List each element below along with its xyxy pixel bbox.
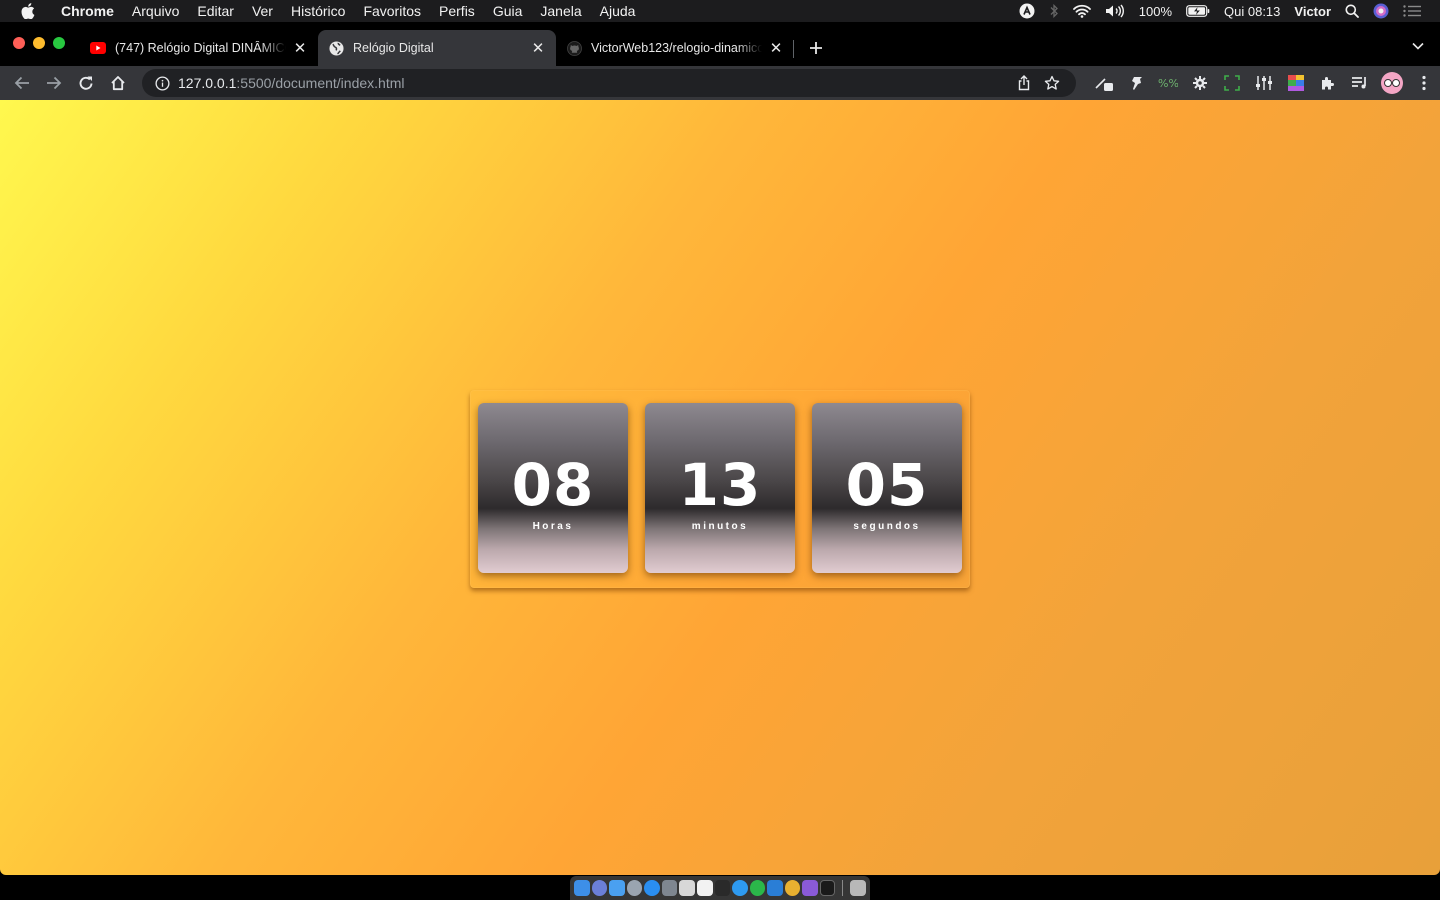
- launchpad-icon[interactable]: [591, 880, 608, 896]
- chrome-icon[interactable]: [784, 880, 801, 896]
- palette-extension-icon[interactable]: [1280, 69, 1312, 97]
- user-name[interactable]: Victor: [1287, 0, 1338, 22]
- color-picker-extension-icon[interactable]: [1088, 69, 1120, 97]
- back-arrow-icon[interactable]: [6, 69, 38, 97]
- tab-title: Relógio Digital: [353, 41, 434, 55]
- calendar-icon[interactable]: [679, 880, 695, 896]
- tab-relogio-digital[interactable]: Relógio Digital ✕: [318, 30, 556, 66]
- browser-toolbar: 127.0.0.1:5500/document/index.html %%: [0, 66, 1440, 100]
- menubar-clock[interactable]: Qui 08:13: [1217, 0, 1287, 22]
- app-store-dock-icon[interactable]: [644, 880, 660, 896]
- tab-separator: [793, 40, 794, 58]
- site-info-icon[interactable]: [154, 75, 170, 91]
- menu-editar[interactable]: Editar: [188, 0, 243, 22]
- github-icon: [566, 40, 582, 56]
- spotlight-search-icon[interactable]: [1338, 0, 1366, 22]
- tab-title: VictorWeb123/relogio-dinamico: [591, 41, 762, 55]
- url-text[interactable]: 127.0.0.1:5500/document/index.html: [178, 75, 1010, 91]
- menu-ajuda[interactable]: Ajuda: [591, 0, 645, 22]
- minutes-value: 13: [678, 450, 762, 519]
- safari-compass-icon[interactable]: [732, 880, 748, 896]
- window-minimize-button[interactable]: [33, 37, 45, 49]
- home-icon[interactable]: [102, 69, 134, 97]
- browser-tab-strip: (747) Relógio Digital DINÂMICO ✕ Relógio…: [0, 22, 1440, 66]
- settings-gear-extension-icon[interactable]: [1184, 69, 1216, 97]
- finder-icon[interactable]: [574, 880, 590, 896]
- tools-extension-icon[interactable]: [1248, 69, 1280, 97]
- seconds-label: segundos: [853, 520, 921, 532]
- extensions-area: %%: [1088, 69, 1440, 97]
- menu-arquivo[interactable]: Arquivo: [123, 0, 188, 22]
- minutes-card: 13 minutos: [645, 403, 795, 573]
- tab-github[interactable]: VictorWeb123/relogio-dinamico ✕: [556, 30, 794, 66]
- siri-icon[interactable]: [1366, 0, 1396, 22]
- tab-search-chevron-icon[interactable]: [1410, 38, 1426, 54]
- tab-close-icon[interactable]: ✕: [292, 40, 308, 57]
- app-store-icon[interactable]: [1012, 0, 1042, 22]
- macos-menu-bar: Chrome Arquivo Editar Ver Histórico Favo…: [0, 0, 1440, 22]
- tab-youtube[interactable]: (747) Relógio Digital DINÂMICO ✕: [80, 30, 318, 66]
- whatsapp-icon[interactable]: [749, 880, 766, 896]
- github-desktop-icon[interactable]: [802, 880, 818, 896]
- tab-list: (747) Relógio Digital DINÂMICO ✕ Relógio…: [80, 30, 830, 66]
- globe-icon: [328, 40, 344, 56]
- address-bar[interactable]: 127.0.0.1:5500/document/index.html: [142, 69, 1076, 97]
- menu-ver[interactable]: Ver: [243, 0, 282, 22]
- bluetooth-icon[interactable]: [1042, 0, 1066, 22]
- menu-guia[interactable]: Guia: [484, 0, 532, 22]
- share-icon[interactable]: [1010, 71, 1038, 95]
- hours-label: Horas: [532, 520, 574, 532]
- volume-icon[interactable]: [1098, 0, 1132, 22]
- page-viewport: 08 Horas 13 minutos 05 segundos: [0, 100, 1440, 875]
- hours-card: 08 Horas: [478, 403, 628, 573]
- grammar-extension-icon[interactable]: %%: [1152, 69, 1184, 97]
- menu-favoritos[interactable]: Favoritos: [354, 0, 430, 22]
- url-path: :5500/document/index.html: [236, 75, 405, 91]
- tab-close-icon[interactable]: ✕: [768, 40, 784, 57]
- new-tab-button[interactable]: [802, 34, 830, 62]
- menu-perfis[interactable]: Perfis: [430, 0, 484, 22]
- notification-center-icon[interactable]: [1396, 0, 1428, 22]
- extensions-puzzle-icon[interactable]: [1312, 69, 1344, 97]
- trash-icon[interactable]: [850, 880, 867, 896]
- profile-avatar[interactable]: [1376, 69, 1408, 97]
- seconds-card: 05 segundos: [812, 403, 962, 573]
- terminal-icon[interactable]: [819, 880, 836, 896]
- reading-list-icon[interactable]: [1344, 69, 1376, 97]
- mail-icon[interactable]: [661, 880, 678, 896]
- menu-historico[interactable]: Histórico: [282, 0, 354, 22]
- tab-title: (747) Relógio Digital DINÂMICO: [115, 41, 286, 55]
- bookmark-star-icon[interactable]: [1038, 71, 1066, 95]
- reload-icon[interactable]: [70, 69, 102, 97]
- safari-icon[interactable]: [626, 880, 643, 896]
- avatar: [1381, 72, 1403, 94]
- digital-clock: 08 Horas 13 minutos 05 segundos: [470, 390, 970, 588]
- apple-menu-icon[interactable]: [18, 0, 38, 22]
- svg-text:%%: %%: [1158, 77, 1178, 90]
- window-controls: [13, 37, 65, 49]
- url-host: 127.0.0.1: [178, 75, 237, 91]
- chrome-menu-kebab-icon[interactable]: [1408, 69, 1440, 97]
- menu-janela[interactable]: Janela: [531, 0, 590, 22]
- hours-value: 08: [511, 450, 595, 519]
- minutes-label: minutos: [691, 520, 749, 532]
- battery-percent: 100%: [1138, 3, 1173, 19]
- window-zoom-button[interactable]: [53, 37, 65, 49]
- figma-icon[interactable]: [714, 880, 731, 896]
- vscode-icon[interactable]: [767, 880, 783, 896]
- seconds-value: 05: [845, 450, 929, 519]
- macos-dock: [570, 876, 870, 900]
- window-close-button[interactable]: [13, 37, 25, 49]
- wifi-icon[interactable]: [1066, 0, 1098, 22]
- battery-icon[interactable]: [1179, 0, 1217, 22]
- notion-icon[interactable]: [696, 880, 713, 896]
- tab-close-icon[interactable]: ✕: [530, 40, 546, 57]
- files-icon[interactable]: [609, 880, 625, 896]
- forward-arrow-icon[interactable]: [38, 69, 70, 97]
- pin-extension-icon[interactable]: [1120, 69, 1152, 97]
- screen-capture-extension-icon[interactable]: [1216, 69, 1248, 97]
- youtube-icon: [90, 40, 106, 56]
- menu-app-name[interactable]: Chrome: [52, 0, 123, 22]
- dock-separator: [842, 880, 844, 896]
